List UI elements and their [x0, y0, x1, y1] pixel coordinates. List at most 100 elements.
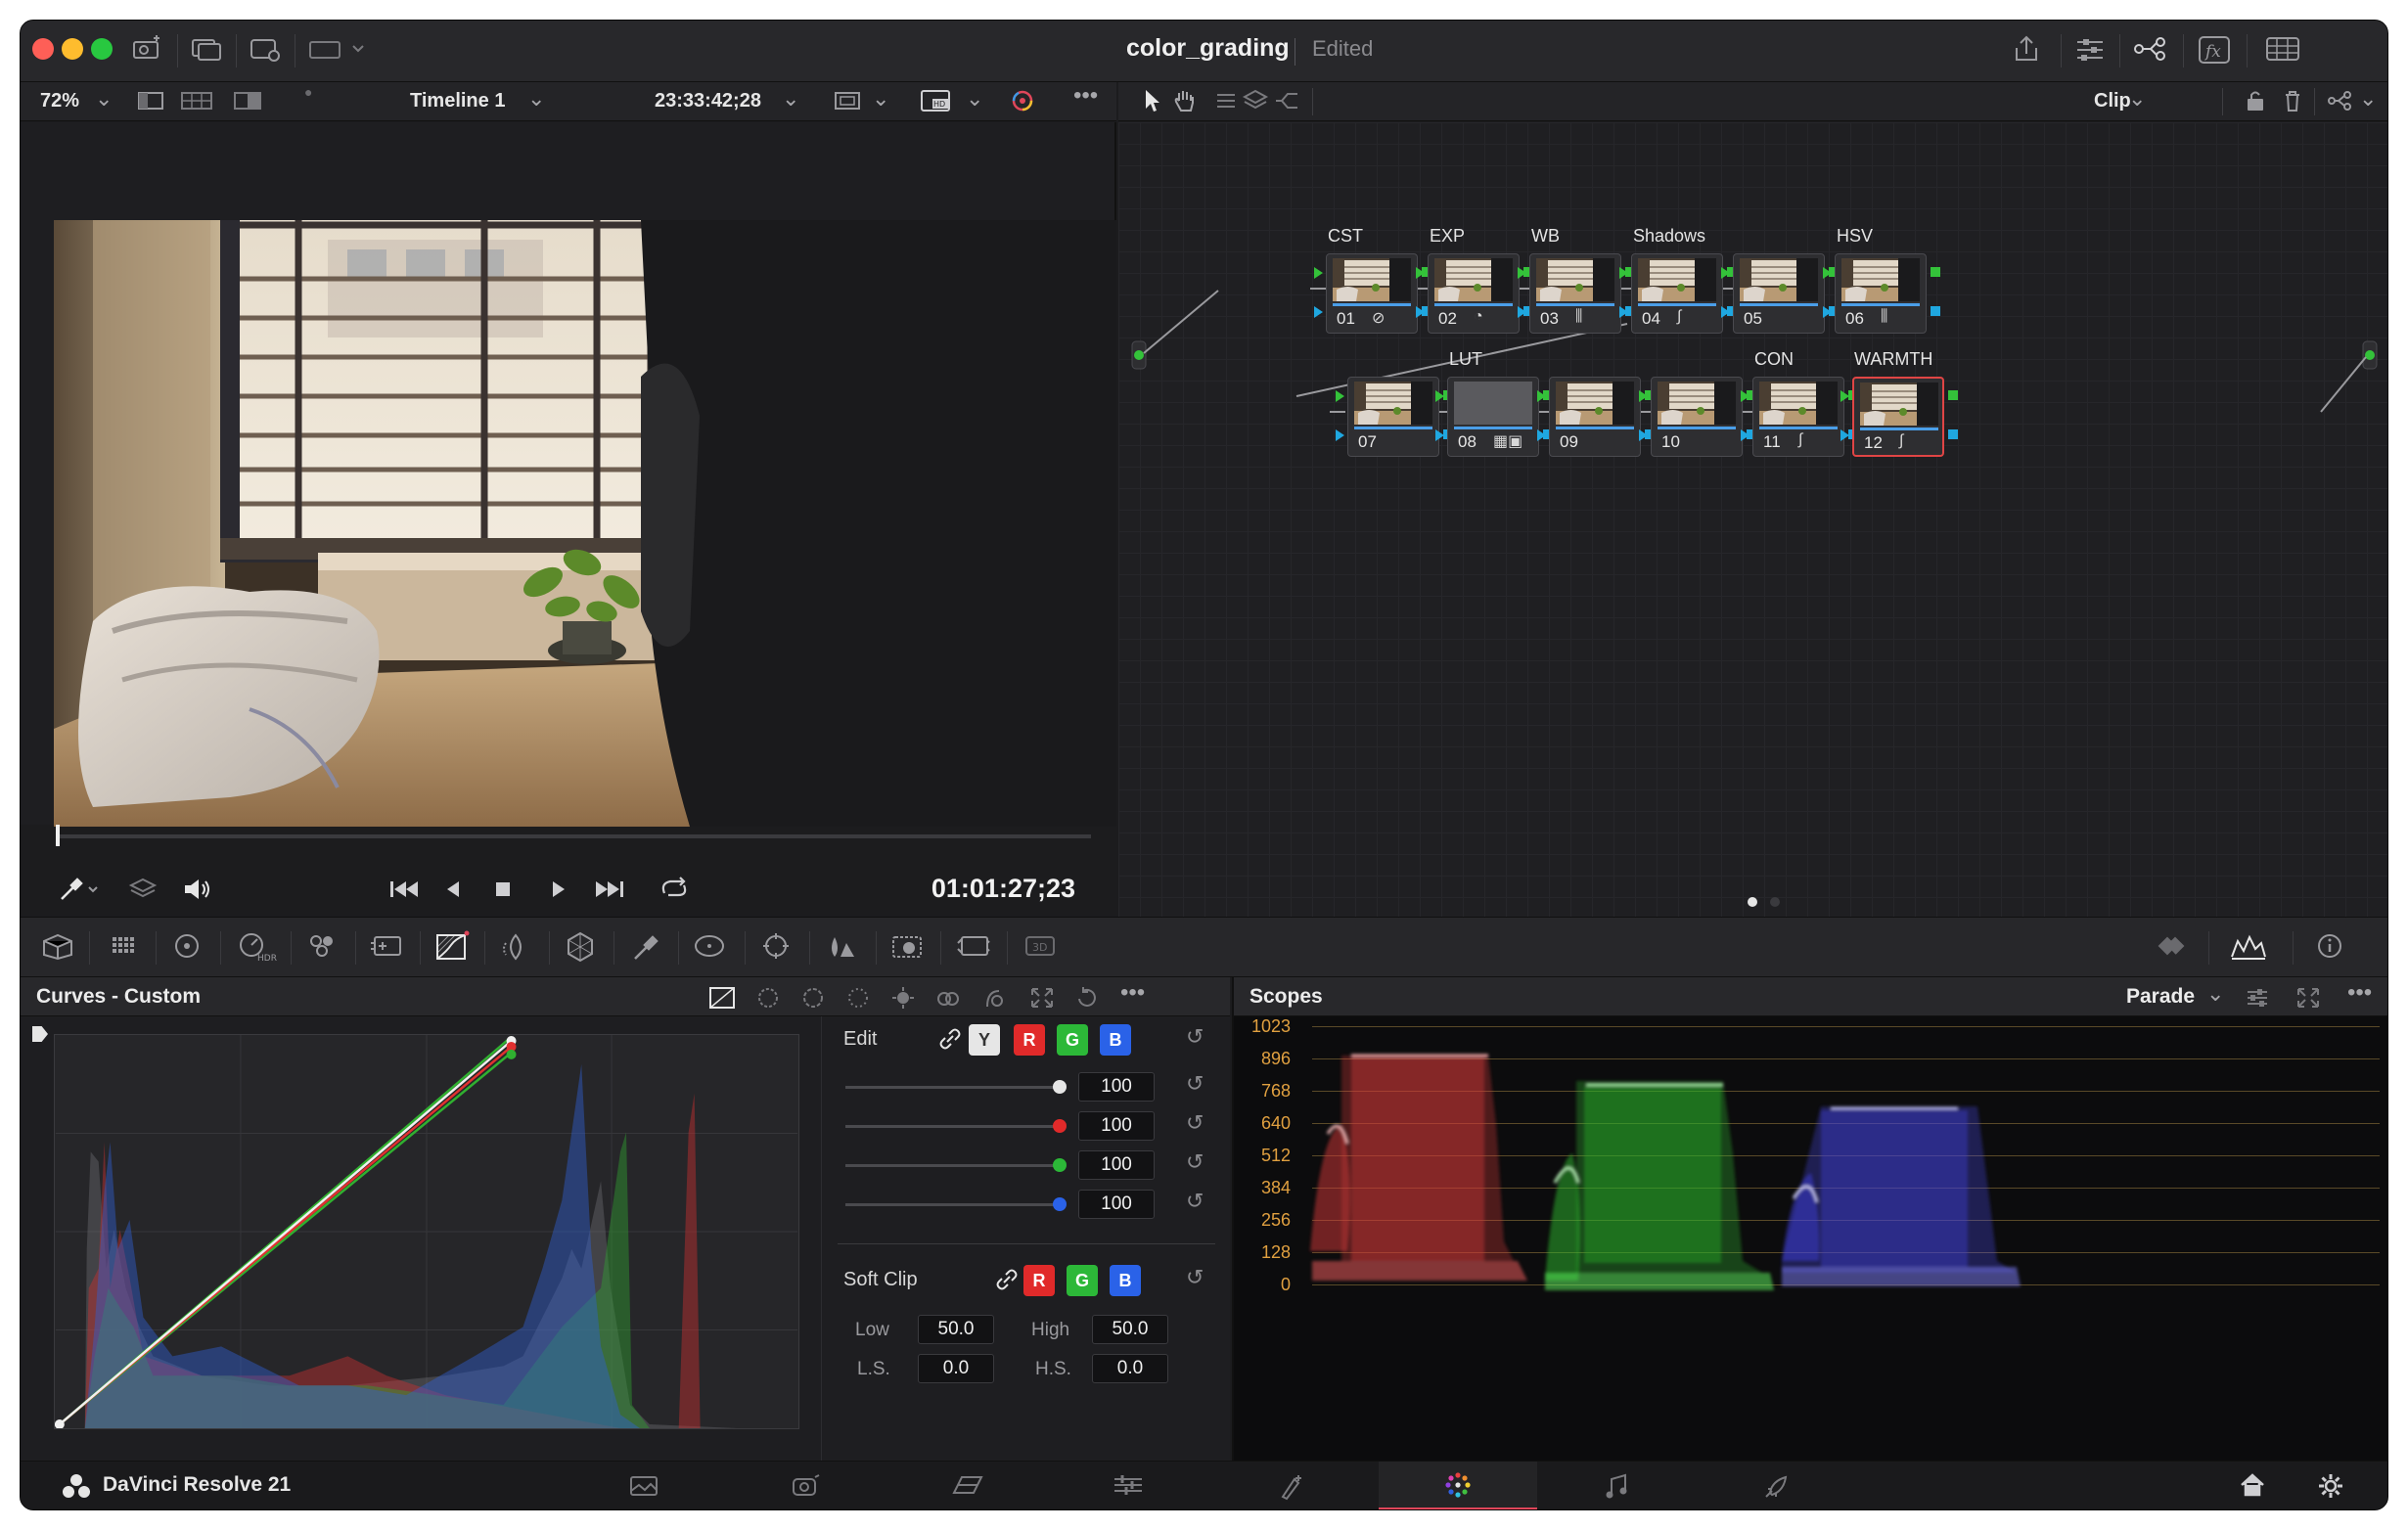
curves-icon[interactable]	[432, 929, 471, 967]
node-input-port[interactable]	[1639, 390, 1648, 402]
single-view-icon[interactable]	[136, 87, 165, 120]
node-key-output-port[interactable]	[1948, 429, 1958, 439]
expand-icon[interactable]	[2294, 985, 2322, 1015]
node-share-icon[interactable]	[2324, 87, 2357, 120]
channel-y-button[interactable]: Y	[969, 1024, 1000, 1056]
motion-effects-icon[interactable]	[367, 929, 406, 967]
ls-field[interactable]: 0.0	[918, 1354, 994, 1383]
chevron-down-icon[interactable]: ⌄	[2128, 86, 2146, 112]
scope-settings-icon[interactable]	[2244, 985, 2271, 1015]
reset-icon[interactable]: ↺	[1186, 1071, 1204, 1097]
info-icon[interactable]	[2310, 929, 2349, 967]
b-slider-knob[interactable]	[1053, 1197, 1067, 1211]
edit-page-icon[interactable]	[948, 1471, 987, 1506]
layer-node-icon[interactable]	[1242, 87, 1269, 120]
fusion-page-icon[interactable]	[1111, 1471, 1146, 1506]
parallel-node-icon[interactable]	[1273, 87, 1300, 120]
r-slider-knob[interactable]	[1053, 1119, 1067, 1133]
channel-b-button[interactable]: B	[1100, 1024, 1131, 1056]
close-window-button[interactable]	[32, 38, 54, 60]
play-icon[interactable]	[547, 876, 570, 908]
reset-icon[interactable]: ↺	[1186, 1149, 1204, 1175]
b-intensity-field[interactable]: 100	[1078, 1190, 1155, 1219]
b-intensity-slider[interactable]	[845, 1203, 1065, 1206]
g-slider-knob[interactable]	[1053, 1158, 1067, 1172]
node-key-input-port[interactable]	[1336, 429, 1344, 441]
hd-output-icon[interactable]: HD	[919, 87, 952, 120]
key-icon[interactable]	[954, 929, 993, 967]
scope-mode-selector[interactable]: Parade	[2126, 985, 2195, 1009]
grid-view-icon[interactable]	[179, 87, 214, 120]
node-input-port[interactable]	[1537, 390, 1546, 402]
node-09[interactable]: 09	[1549, 377, 1641, 457]
y-intensity-slider[interactable]	[845, 1086, 1065, 1089]
expand-icon[interactable]	[1028, 985, 1056, 1015]
g-intensity-field[interactable]: 100	[1078, 1150, 1155, 1180]
page-indicator[interactable]	[1770, 897, 1780, 907]
custom-curve-mode-icon[interactable]	[707, 985, 737, 1015]
fairlight-page-icon[interactable]	[1602, 1471, 1631, 1508]
home-icon[interactable]	[2238, 1471, 2267, 1506]
node-key-input-port[interactable]	[1518, 306, 1526, 318]
magic-mask-icon[interactable]	[821, 929, 860, 967]
color-wheel-sync-icon[interactable]	[1007, 87, 1038, 120]
video-frame[interactable]	[54, 220, 1116, 827]
curve-range-handle[interactable]	[32, 1026, 48, 1042]
scopes-waveform-icon[interactable]	[2226, 929, 2271, 967]
clips-dropdown-icon[interactable]	[304, 34, 373, 68]
playhead-scrubber[interactable]	[56, 834, 1091, 838]
chevron-down-icon[interactable]: ⌄	[2206, 981, 2224, 1007]
node-05[interactable]: 05	[1733, 253, 1825, 334]
media-pool-icon[interactable]	[128, 34, 167, 68]
hs-field[interactable]: 0.0	[1092, 1354, 1168, 1383]
skip-to-start-icon[interactable]	[386, 876, 422, 908]
primaries-wheels-icon[interactable]	[167, 929, 206, 967]
chevron-down-icon[interactable]: ⌄	[2359, 86, 2377, 112]
hue-vs-lum-icon[interactable]	[844, 985, 872, 1015]
sat-vs-lum-icon[interactable]	[979, 985, 1007, 1015]
color-warper-icon[interactable]	[496, 929, 535, 967]
low-field[interactable]: 50.0	[918, 1315, 994, 1344]
more-options-icon[interactable]: •••	[2347, 979, 2372, 1007]
trash-icon[interactable]	[2281, 87, 2304, 120]
node-08[interactable]: 08 ▦▣	[1447, 377, 1539, 457]
gallery-icon[interactable]	[187, 34, 226, 68]
3d-lut-icon[interactable]: 3D	[1021, 929, 1060, 967]
keyframe-diamond-icon[interactable]	[2144, 929, 2193, 967]
node-key-input-port[interactable]	[1840, 429, 1849, 441]
node-key-input-port[interactable]	[1639, 429, 1648, 441]
tracker-icon[interactable]	[756, 929, 795, 967]
node-input-port[interactable]	[1314, 267, 1323, 279]
lock-icon[interactable]	[2244, 87, 2267, 120]
node-key-input-port[interactable]	[1537, 429, 1546, 441]
node-04[interactable]: 04 ∫	[1631, 253, 1723, 334]
chevron-down-icon[interactable]: ⌄	[966, 86, 983, 112]
nodes-icon[interactable]	[2129, 34, 2172, 68]
node-output-port[interactable]	[1931, 267, 1940, 277]
share-icon[interactable]	[2007, 34, 2046, 68]
lum-vs-sat-icon[interactable]	[889, 985, 917, 1015]
node-01[interactable]: 01 ⊘	[1326, 253, 1418, 334]
node-key-input-port[interactable]	[1314, 306, 1323, 318]
link-icon[interactable]	[994, 1267, 1020, 1297]
chevron-down-icon[interactable]: ⌄	[527, 86, 545, 112]
node-key-input-port[interactable]	[1823, 306, 1832, 318]
deliver-page-icon[interactable]	[1762, 1471, 1794, 1508]
chevron-down-icon[interactable]: ⌄	[872, 86, 889, 112]
node-input-port[interactable]	[1619, 267, 1628, 279]
node-input-port[interactable]	[1435, 390, 1444, 402]
split-view-icon[interactable]	[232, 87, 263, 120]
hue-vs-sat-icon[interactable]	[799, 985, 827, 1015]
node-mode-selector[interactable]: Clip	[2094, 90, 2131, 112]
hue-vs-hue-icon[interactable]	[754, 985, 782, 1015]
hdr-wheels-icon[interactable]: HDR	[232, 929, 281, 967]
serial-node-icon[interactable]	[1212, 87, 1240, 120]
color-match-icon[interactable]	[105, 929, 144, 967]
layers-icon[interactable]	[128, 876, 158, 908]
high-field[interactable]: 50.0	[1092, 1315, 1168, 1344]
node-02[interactable]: 02 ◔	[1428, 253, 1520, 334]
curve-graph[interactable]	[54, 1034, 799, 1429]
soft-clip-b-button[interactable]: B	[1110, 1265, 1141, 1296]
zoom-window-button[interactable]	[91, 38, 113, 60]
loop-icon[interactable]	[657, 874, 692, 908]
